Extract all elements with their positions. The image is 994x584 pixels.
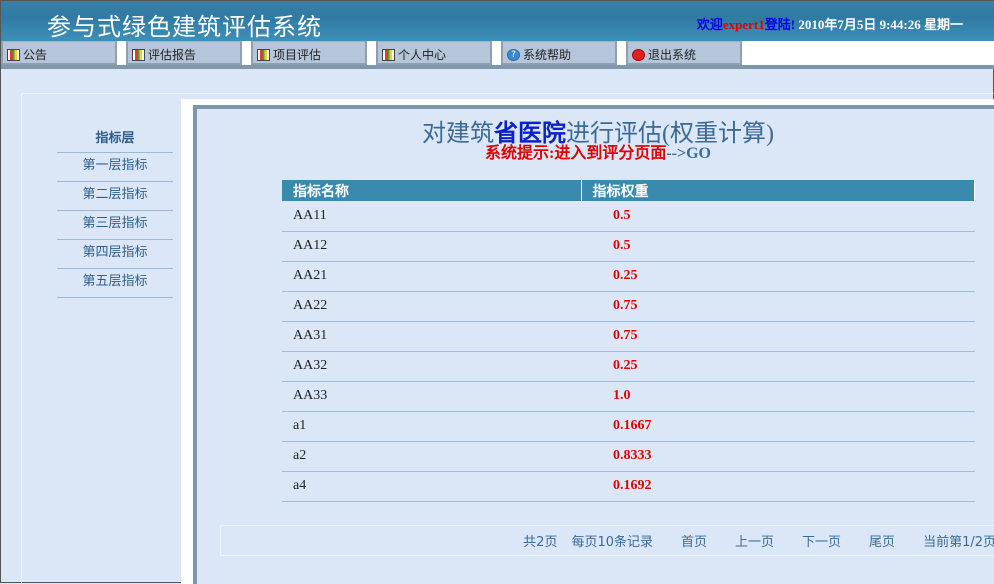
divider: [1, 65, 994, 69]
indicator-name: a1: [282, 411, 581, 442]
table-row: AA33 1.0: [282, 381, 975, 412]
header-indicator-weight: 指标权重: [581, 180, 975, 201]
indicator-name: AA21: [282, 261, 581, 292]
last-page-link[interactable]: 尾页: [869, 531, 895, 550]
indicator-weight: 0.1667: [581, 411, 975, 442]
help-icon: ?: [507, 48, 520, 61]
indicator-name: AA33: [282, 381, 581, 412]
indicator-name: AA22: [282, 291, 581, 322]
sidebar-item-level-2[interactable]: 第二层指标: [57, 181, 173, 210]
tab-label: 个人中心: [398, 48, 447, 62]
system-hint: 系统提示:进入到评分页面-->GO: [197, 139, 994, 163]
table-row: AA31 0.75: [282, 321, 975, 352]
first-page-link[interactable]: 首页: [681, 531, 707, 550]
table-row: AA21 0.25: [282, 261, 975, 292]
sidebar-item-level-5[interactable]: 第五层指标: [57, 268, 173, 297]
indicator-name: a2: [282, 441, 581, 472]
go-link[interactable]: -->GO: [666, 145, 711, 162]
tab-label: 系统帮助: [523, 48, 572, 62]
weights-table: 指标名称 指标权重 AA11 0.5 AA12 0.5 AA21 0.25 AA22 0.75…: [282, 180, 975, 502]
chart-icon: [7, 48, 20, 61]
tab-announcement[interactable]: 公告: [1, 41, 117, 65]
chart-icon: [132, 48, 145, 61]
indicator-name: AA32: [282, 351, 581, 382]
indicator-weight: 0.5: [581, 231, 975, 262]
welcome-suffix: 登陆!: [764, 17, 796, 32]
datetime: 2010年7月5日 9:44:26 星期一: [798, 17, 963, 32]
table-row: AA22 0.75: [282, 291, 975, 322]
welcome-text: 欢迎expert1登陆! 2010年7月5日 9:44:26 星期一: [697, 14, 963, 33]
indicator-name: AA31: [282, 321, 581, 352]
hint-text: 系统提示:进入到评分页面: [484, 145, 667, 162]
tab-system-help[interactable]: ? 系统帮助: [501, 41, 617, 65]
indicator-weight: 0.75: [581, 291, 975, 322]
chart-icon: [257, 48, 270, 61]
indicator-name: AA12: [282, 231, 581, 262]
indicator-weight: 1.0: [581, 381, 975, 412]
indicator-weight: 0.25: [581, 351, 975, 382]
current-page: 当前第1/2页: [923, 535, 994, 550]
tab-logout[interactable]: 退出系统: [626, 41, 742, 65]
tab-evaluation-report[interactable]: 评估报告: [126, 41, 242, 65]
indicator-weight: 0.5: [581, 201, 975, 232]
sidebar-item-level-3[interactable]: 第三层指标: [57, 210, 173, 239]
sidebar-title: 指标层: [95, 131, 135, 146]
nav-bar: 公告 评估报告 项目评估 个人中心 ? 系统帮助 退出系统: [1, 41, 994, 65]
welcome-prefix: 欢迎: [696, 17, 723, 32]
pagination: 共2页 每页10条记录 首页 上一页 下一页 尾页 当前第1/2页: [220, 525, 994, 556]
main-panel: 对建筑省医院进行评估(权重计算) 系统提示:进入到评分页面-->GO 指标名称 …: [193, 105, 994, 584]
indicator-name: AA11: [282, 201, 581, 232]
sidebar-item-level-4[interactable]: 第四层指标: [57, 239, 173, 268]
sidebar-item-level-1[interactable]: 第一层指标: [57, 152, 173, 181]
table-row: a2 0.8333: [282, 441, 975, 472]
tab-label: 项目评估: [273, 48, 322, 62]
table-row: AA12 0.5: [282, 231, 975, 262]
per-page: 每页10条记录: [571, 535, 653, 550]
header-indicator-name: 指标名称: [282, 180, 582, 201]
table-row: a4 0.1692: [282, 471, 975, 502]
table-row: AA11 0.5: [282, 201, 975, 232]
indicator-name: a4: [282, 471, 581, 502]
header: 参与式绿色建筑评估系统 欢迎expert1登陆! 2010年7月5日 9:44:…: [1, 1, 994, 41]
tab-label: 公告: [23, 48, 48, 62]
indicator-weight: 0.75: [581, 321, 975, 352]
prev-page-link[interactable]: 上一页: [735, 531, 774, 550]
tab-personal-center[interactable]: 个人中心: [376, 41, 492, 65]
divider: [57, 297, 173, 298]
tab-project-evaluation[interactable]: 项目评估: [251, 41, 367, 65]
tab-label: 评估报告: [148, 48, 197, 62]
indicator-weight: 0.1692: [581, 471, 975, 502]
total-pages: 共2页: [523, 535, 558, 550]
exit-icon: [632, 48, 645, 61]
indicator-weight: 0.25: [581, 261, 975, 292]
next-page-link[interactable]: 下一页: [802, 531, 841, 550]
username: expert1: [722, 17, 765, 32]
indicator-weight: 0.8333: [581, 441, 975, 472]
app-title: 参与式绿色建筑评估系统: [47, 13, 322, 41]
table-row: AA32 0.25: [282, 351, 975, 382]
tab-label: 退出系统: [648, 48, 697, 62]
table-row: a1 0.1667: [282, 411, 975, 442]
chart-icon: [382, 48, 395, 61]
